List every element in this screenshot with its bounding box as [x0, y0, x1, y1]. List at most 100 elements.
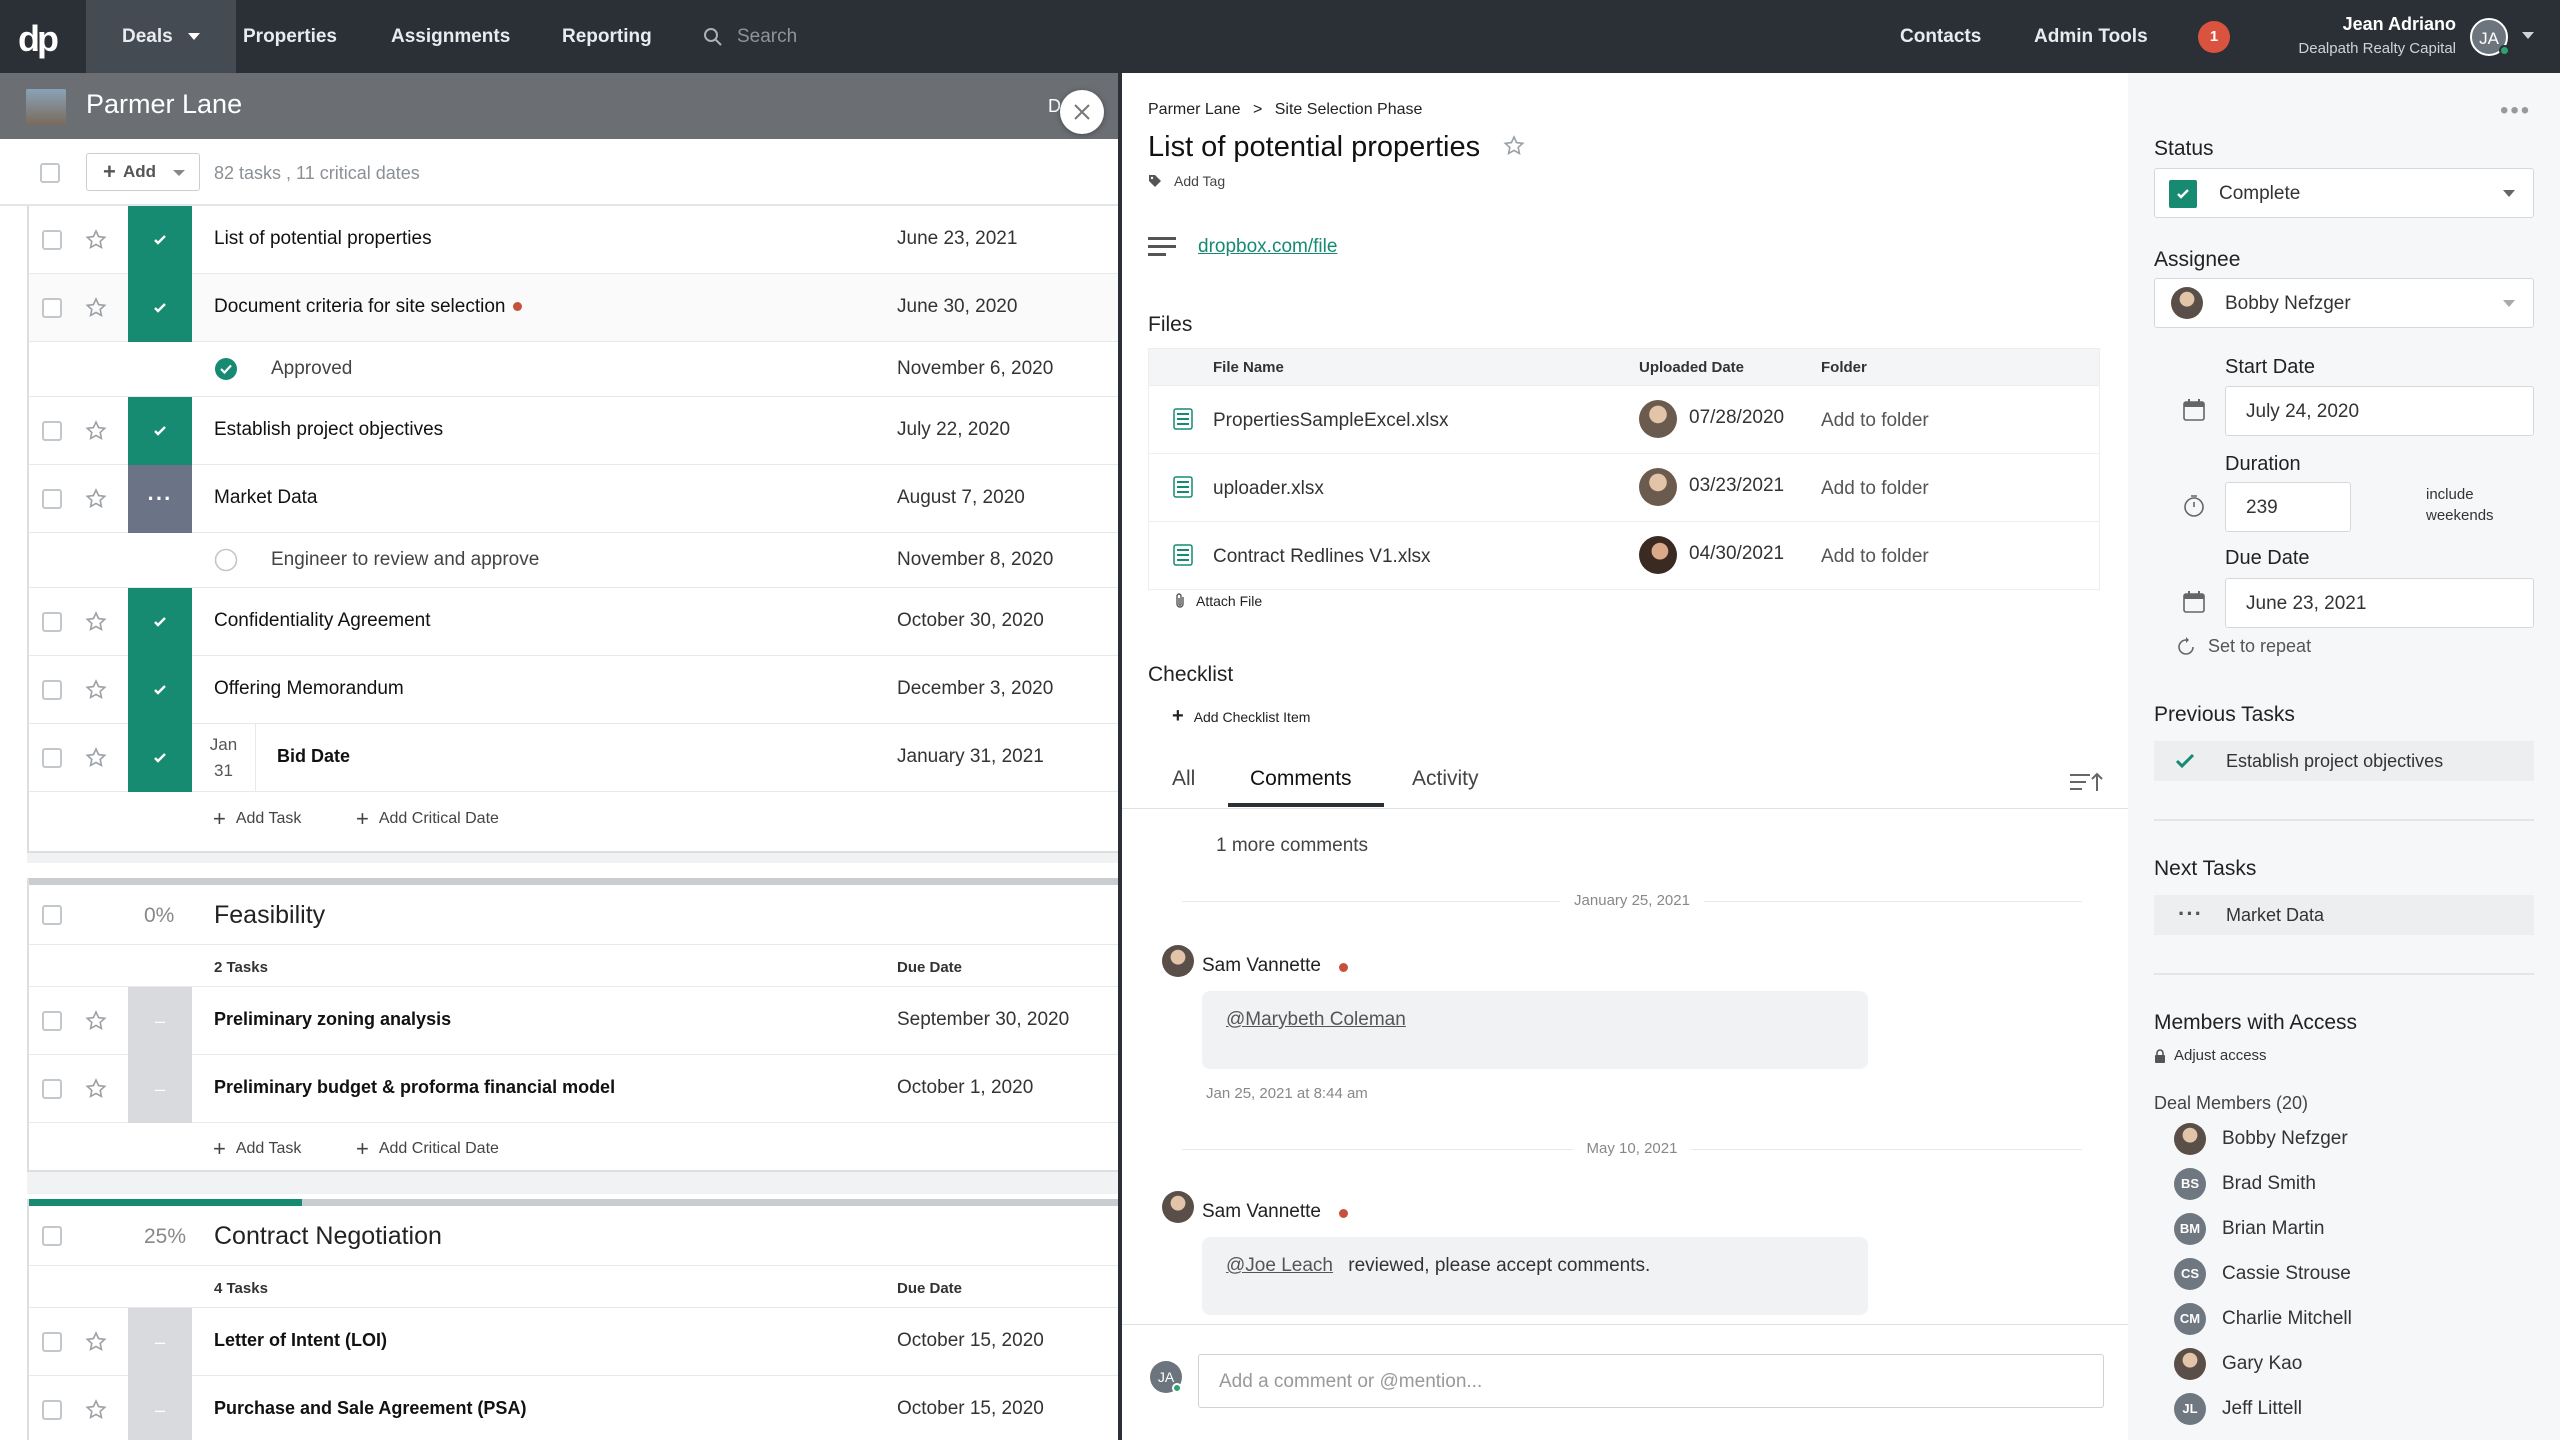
user-name[interactable]: Jean Adriano [2343, 14, 2456, 35]
file-name[interactable]: PropertiesSampleExcel.xlsx [1213, 410, 1448, 432]
mention-link[interactable]: @Marybeth Coleman [1226, 1009, 1406, 1030]
empty-circle-icon[interactable] [214, 548, 238, 572]
member-item[interactable]: Bobby Nefzger [2174, 1123, 2348, 1155]
member-item[interactable]: BS Brad Smith [2174, 1168, 2316, 1200]
user-menu-chevron-icon[interactable] [2522, 32, 2534, 45]
nav-reporting[interactable]: Reporting [562, 0, 652, 73]
task-checkbox[interactable] [42, 612, 62, 632]
check-circle-icon[interactable] [214, 357, 238, 381]
adjust-access-button[interactable]: Adjust access [2154, 1047, 2267, 1064]
duration-input[interactable]: 239 [2225, 482, 2351, 532]
section-header[interactable]: 25% Contract Negotiation [29, 1206, 1118, 1266]
task-checkbox[interactable] [42, 489, 62, 509]
nav-properties[interactable]: Properties [243, 0, 337, 73]
close-detail-button[interactable] [1060, 90, 1104, 134]
add-to-folder-link[interactable]: Add to folder [1821, 478, 1929, 500]
task-row[interactable]: – Purchase and Sale Agreement (PSA) Octo… [29, 1376, 1118, 1440]
file-row[interactable]: uploader.xlsx 03/23/2021 Add to folder [1149, 453, 2099, 521]
file-row[interactable]: Contract Redlines V1.xlsx 04/30/2021 Add… [1149, 521, 2099, 589]
complete-status[interactable] [128, 274, 192, 342]
dealpath-logo[interactable]: dp [18, 18, 59, 60]
complete-status[interactable] [128, 206, 192, 274]
add-task-button[interactable]: + Add Task [213, 1136, 301, 1162]
not-started-status[interactable]: – [128, 987, 192, 1055]
more-comments-link[interactable]: 1 more comments [1216, 835, 1368, 857]
task-checkbox[interactable] [42, 680, 62, 700]
assignee-select[interactable]: Bobby Nefzger [2154, 278, 2534, 328]
add-critical-date-button[interactable]: + Add Critical Date [356, 806, 499, 832]
task-checkbox[interactable] [42, 230, 62, 250]
star-icon[interactable] [84, 296, 108, 320]
complete-status[interactable] [128, 656, 192, 724]
mention-link[interactable]: @Joe Leach [1226, 1255, 1333, 1276]
task-row[interactable]: ··· Market Data August 7, 2020 [29, 465, 1118, 533]
not-started-status[interactable]: – [128, 1055, 192, 1123]
member-item[interactable]: JL Jeff Littell [2174, 1393, 2302, 1425]
task-row[interactable]: List of potential properties June 23, 20… [29, 206, 1118, 274]
star-icon[interactable] [1502, 134, 1526, 158]
section-header[interactable]: 0% Feasibility [29, 885, 1118, 945]
file-name[interactable]: Contract Redlines V1.xlsx [1213, 546, 1431, 568]
task-row[interactable]: – Preliminary budget & proforma financia… [29, 1055, 1118, 1123]
critical-date-row[interactable]: Jan 31 Bid Date January 31, 2021 [29, 724, 1118, 792]
star-icon[interactable] [84, 1077, 108, 1101]
nav-contacts[interactable]: Contacts [1900, 0, 1981, 73]
member-item[interactable]: BM Brian Martin [2174, 1213, 2324, 1245]
breadcrumb-deal[interactable]: Parmer Lane [1148, 101, 1241, 118]
star-icon[interactable] [84, 487, 108, 511]
star-icon[interactable] [84, 610, 108, 634]
star-icon[interactable] [84, 228, 108, 252]
nav-assignments[interactable]: Assignments [391, 0, 510, 73]
task-checkbox[interactable] [42, 1332, 62, 1352]
comment-input[interactable]: Add a comment or @mention... [1198, 1354, 2104, 1408]
select-all-checkbox[interactable] [40, 163, 60, 183]
task-row[interactable]: – Letter of Intent (LOI) October 15, 202… [29, 1308, 1118, 1376]
star-icon[interactable] [84, 419, 108, 443]
star-icon[interactable] [84, 746, 108, 770]
add-to-folder-link[interactable]: Add to folder [1821, 410, 1929, 432]
add-critical-date-button[interactable]: + Add Critical Date [356, 1136, 499, 1162]
nav-admin-tools[interactable]: Admin Tools [2034, 0, 2148, 73]
attach-file-button[interactable]: Attach File [1174, 593, 1262, 609]
add-checklist-item-button[interactable]: + Add Checklist Item [1172, 705, 1310, 728]
in-progress-status[interactable]: ··· [128, 465, 192, 533]
member-item[interactable]: CS Cassie Strouse [2174, 1258, 2351, 1290]
member-item[interactable]: Gary Kao [2174, 1348, 2302, 1380]
due-date-input[interactable]: June 23, 2021 [2225, 578, 2534, 628]
task-row[interactable]: Confidentiality Agreement October 30, 20… [29, 588, 1118, 656]
star-icon[interactable] [84, 1398, 108, 1422]
task-row[interactable]: – Preliminary zoning analysis September … [29, 987, 1118, 1055]
not-started-status[interactable]: – [128, 1308, 192, 1376]
task-row[interactable]: Document criteria for site selection Jun… [29, 274, 1118, 342]
subtask-row[interactable]: Engineer to review and approve November … [29, 533, 1118, 588]
task-checkbox[interactable] [42, 421, 62, 441]
task-row[interactable]: Offering Memorandum December 3, 2020 [29, 656, 1118, 724]
status-select[interactable]: Complete [2154, 168, 2534, 218]
section-checkbox[interactable] [42, 1226, 62, 1246]
subtask-row[interactable]: Approved November 6, 2020 [29, 342, 1118, 397]
not-started-status[interactable]: – [128, 1376, 192, 1440]
add-tag-button[interactable]: Add Tag [1148, 173, 1225, 189]
next-task-item[interactable]: ··· Market Data [2154, 895, 2534, 935]
file-name[interactable]: uploader.xlsx [1213, 478, 1324, 500]
sort-icon[interactable] [2070, 771, 2104, 793]
tab-activity[interactable]: Activity [1412, 767, 1479, 791]
set-to-repeat-button[interactable]: Set to repeat [2176, 636, 2311, 657]
search-input[interactable]: Search [703, 22, 797, 52]
star-icon[interactable] [84, 1009, 108, 1033]
complete-status[interactable] [128, 588, 192, 656]
section-checkbox[interactable] [42, 905, 62, 925]
notification-badge[interactable]: 1 [2198, 21, 2230, 53]
task-checkbox[interactable] [42, 748, 62, 768]
task-checkbox[interactable] [42, 1400, 62, 1420]
task-checkbox[interactable] [42, 1079, 62, 1099]
tab-all[interactable]: All [1172, 767, 1195, 791]
previous-task-item[interactable]: Establish project objectives [2154, 741, 2534, 781]
member-item[interactable]: CM Charlie Mitchell [2174, 1303, 2352, 1335]
task-title[interactable]: List of potential properties [1148, 131, 1480, 163]
star-icon[interactable] [84, 678, 108, 702]
add-to-folder-link[interactable]: Add to folder [1821, 546, 1929, 568]
complete-status[interactable] [128, 724, 192, 792]
star-icon[interactable] [84, 1330, 108, 1354]
task-row[interactable]: Establish project objectives July 22, 20… [29, 397, 1118, 465]
